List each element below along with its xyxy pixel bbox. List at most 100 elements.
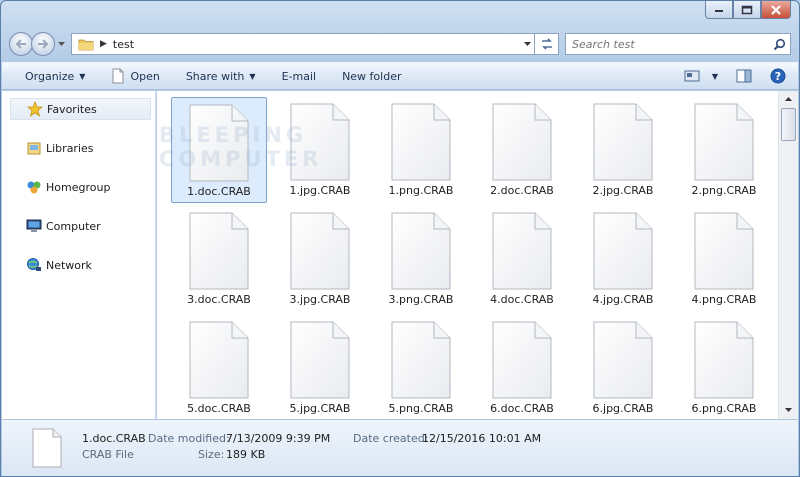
help-button[interactable]: ? [770,68,786,84]
file-icon [593,321,653,399]
search-box[interactable] [565,33,791,55]
date-modified-value: 7/13/2009 9:39 PM [226,432,331,445]
file-item[interactable]: 1.jpg.CRAB [272,97,368,203]
file-item[interactable]: 3.png.CRAB [373,206,469,312]
nav-label-computer: Computer [46,219,101,233]
file-item[interactable]: 6.png.CRAB [676,315,772,419]
file-name: 2.doc.CRAB [490,184,554,197]
file-name: 4.doc.CRAB [490,293,554,306]
file-item[interactable]: 1.png.CRAB [373,97,469,203]
view-options-dropdown[interactable]: ▼ [712,72,718,81]
breadcrumb-separator[interactable]: ▶ [100,39,107,49]
network-icon [27,258,41,271]
chevron-down-icon [523,41,531,46]
toolbar-right: ▼ ? [684,68,798,84]
email-label: E-mail [281,69,317,83]
open-label: Open [130,69,160,83]
file-icon [492,321,552,399]
file-item[interactable]: 3.jpg.CRAB [272,206,368,312]
scroll-up-button[interactable] [779,91,798,108]
refresh-button[interactable] [535,33,559,55]
file-icon [391,321,451,399]
file-item[interactable]: 4.doc.CRAB [474,206,570,312]
file-name: 1.png.CRAB [388,184,454,197]
file-name: 3.jpg.CRAB [289,293,351,306]
nav-label-favorites: Favorites [47,102,97,116]
file-item[interactable]: 5.png.CRAB [373,315,469,419]
file-name: 1.doc.CRAB [187,185,251,198]
date-created-label: Date created: [353,432,429,445]
nav-item-homegroup[interactable]: Homegroup [10,176,151,198]
new-folder-button[interactable]: New folder [334,65,409,87]
chevron-down-icon [785,408,792,412]
file-icon [391,212,451,290]
search-input[interactable] [566,37,768,51]
breadcrumb-path[interactable]: test [113,38,520,51]
chevron-down-icon [57,41,65,46]
file-item[interactable]: 3.doc.CRAB [171,206,267,312]
file-item[interactable]: 2.jpg.CRAB [575,97,671,203]
nav-item-libraries[interactable]: Libraries [10,137,151,159]
file-item[interactable]: 5.jpg.CRAB [272,315,368,419]
change-view-button[interactable] [684,69,700,83]
file-icon [189,321,249,399]
nav-label-network: Network [46,258,92,272]
help-icon: ? [770,68,786,84]
forward-button[interactable] [31,32,55,56]
file-item[interactable]: 6.doc.CRAB [474,315,570,419]
chevron-down-icon: ▼ [79,71,86,81]
file-item[interactable]: 4.jpg.CRAB [575,206,671,312]
date-modified-label: Date modified: [148,432,230,445]
nav-item-favorites[interactable]: Favorites [10,98,151,120]
file-item[interactable]: 4.png.CRAB [676,206,772,312]
file-icon [189,104,249,182]
file-item[interactable]: 2.png.CRAB [676,97,772,203]
file-item[interactable]: 2.doc.CRAB [474,97,570,203]
email-button[interactable]: E-mail [274,65,325,87]
maximize-icon [741,5,753,14]
new-folder-label: New folder [342,69,402,83]
file-item[interactable]: 5.doc.CRAB [171,315,267,419]
file-icon [694,321,754,399]
vertical-scrollbar[interactable] [778,91,798,419]
maximize-button[interactable] [733,1,761,19]
back-button[interactable] [9,32,33,56]
preview-pane-button[interactable] [736,69,752,83]
preview-pane-icon [736,69,752,83]
arrow-left-icon [15,39,26,49]
nav-label-libraries: Libraries [46,141,94,155]
scroll-down-button[interactable] [779,402,798,419]
nav-item-network[interactable]: Network [10,254,151,276]
address-history-dropdown[interactable] [520,41,534,47]
explorer-window: ▶ test Organize ▼ Open [0,0,800,477]
nav-item-computer[interactable]: Computer [10,215,151,237]
address-bar[interactable]: ▶ test [71,33,535,55]
file-item[interactable]: 6.jpg.CRAB [575,315,671,419]
scroll-thumb[interactable] [781,108,796,141]
file-name: 6.jpg.CRAB [592,402,654,415]
file-name: 2.png.CRAB [691,184,757,197]
libraries-icon [27,142,41,155]
organize-button[interactable]: Organize ▼ [17,65,93,87]
file-icon [391,103,451,181]
nav-label-homegroup: Homegroup [46,180,111,194]
date-created-value: 12/15/2016 10:01 AM [422,432,542,445]
file-icon [593,103,653,181]
svg-text:?: ? [775,70,781,83]
file-icon [189,212,249,290]
minimize-button[interactable] [705,1,733,19]
file-item[interactable]: 1.doc.CRAB [171,97,267,203]
refresh-icon [541,38,552,50]
share-with-button[interactable]: Share with ▼ [178,65,264,87]
search-icon[interactable] [768,38,790,51]
file-name: 5.doc.CRAB [187,402,251,415]
file-view: 1.doc.CRAB 1.jpg.CRAB 1.png.CRAB 2.doc.CRAB… [157,91,779,419]
arrow-right-icon [38,39,49,49]
details-pane: 1.doc.CRAB CRAB File Date modified: 7/13… [2,419,798,476]
recent-pages-dropdown[interactable] [55,32,67,56]
open-button[interactable]: Open [103,65,167,87]
close-button[interactable] [761,1,791,19]
details-file-type: CRAB File [82,448,134,461]
file-name: 3.png.CRAB [388,293,454,306]
file-name: 6.png.CRAB [691,402,757,415]
